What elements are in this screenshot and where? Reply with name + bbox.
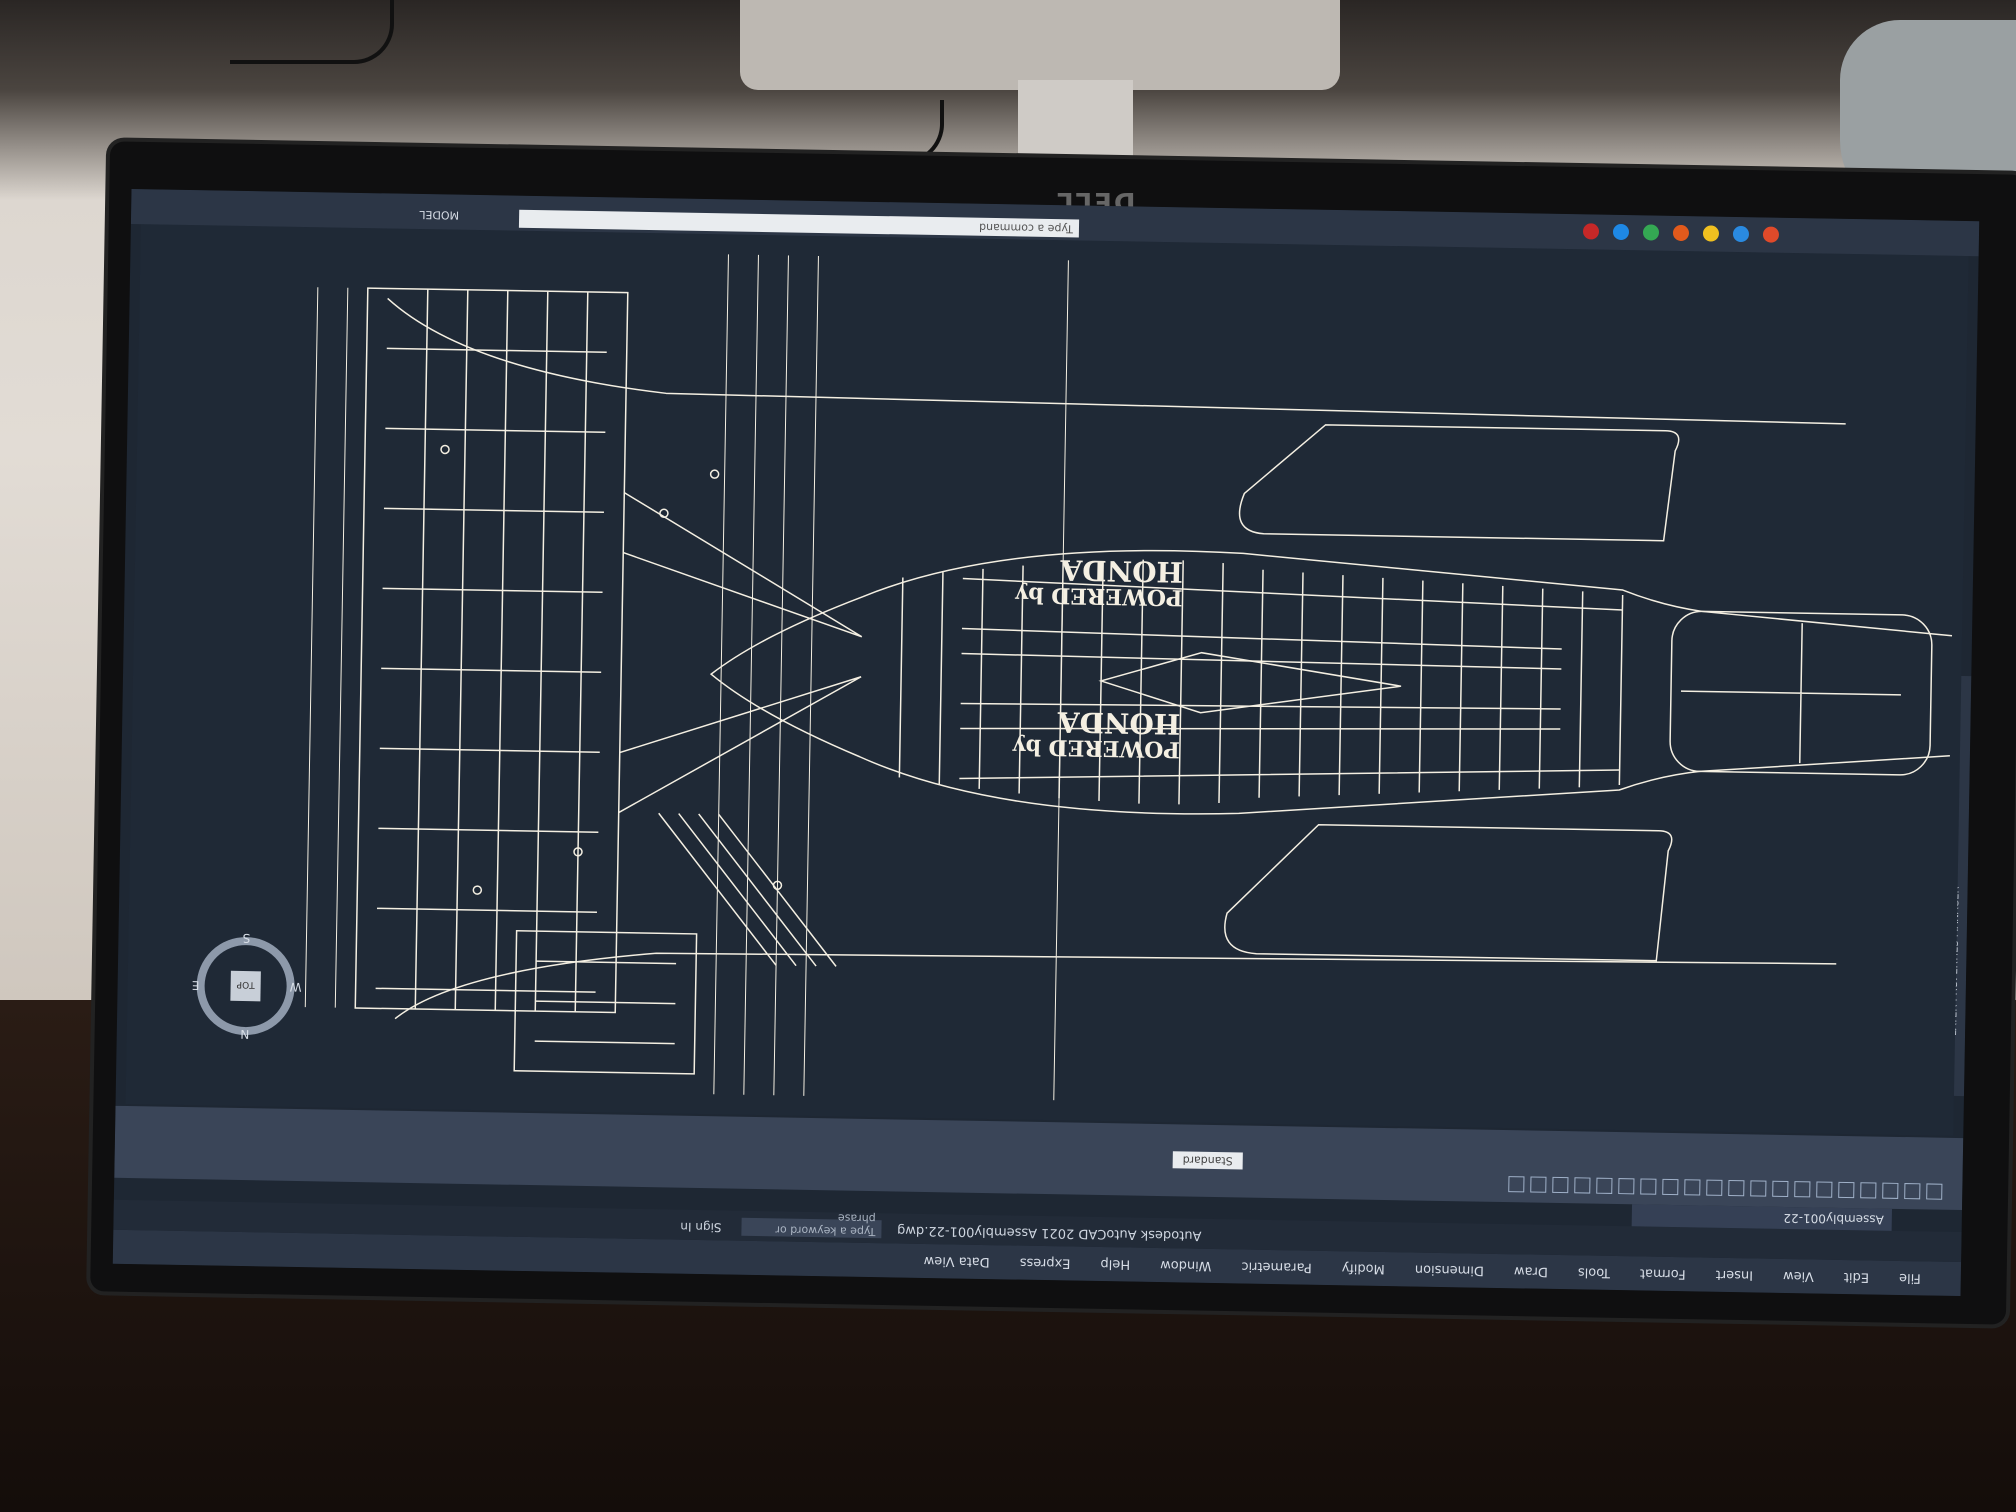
fillet-tool-icon[interactable] (1596, 1177, 1613, 1194)
menu-insert[interactable]: Insert (1716, 1267, 1754, 1283)
menu-view[interactable]: View (1783, 1268, 1814, 1284)
taskbar-app-icon[interactable] (1642, 224, 1660, 241)
compass-south: S (243, 931, 251, 945)
taskbar-app-icon[interactable] (1582, 223, 1600, 240)
mirror-tool-icon[interactable] (1684, 1179, 1701, 1196)
array-tool-icon[interactable] (1552, 1176, 1569, 1194)
tab-document[interactable]: Assembly001-22 (1631, 1204, 1892, 1231)
move-tool-icon[interactable] (1750, 1180, 1767, 1197)
hatch-tool-icon[interactable] (1816, 1181, 1833, 1198)
menu-express[interactable]: Express (1020, 1255, 1071, 1271)
window-title: Autodesk AutoCAD 2021 Assembly001-22.dwg (896, 1222, 1202, 1243)
viewcube-label: TOP (236, 979, 256, 989)
model-space-button[interactable]: MODEL (419, 208, 459, 222)
sidepod-outline (1238, 424, 1680, 542)
monitor-stand-arm (740, 0, 1340, 90)
taskbar-app-icon[interactable] (1732, 225, 1750, 243)
text-tool-icon[interactable] (1794, 1181, 1811, 1198)
taskbar-app-icon[interactable] (1612, 223, 1630, 241)
layer-tool-icon[interactable] (1530, 1176, 1547, 1193)
copy-tool-icon[interactable] (1728, 1179, 1745, 1197)
viewcube[interactable]: TOP N S E W (185, 925, 307, 1047)
drawing-canvas[interactable]: POWERED by HONDA POWERED by HONDA TOP N … (125, 224, 1969, 1136)
standard-style-label[interactable]: Standard (1172, 1151, 1243, 1170)
sponsor-label: HONDA (1056, 705, 1180, 740)
menu-file[interactable]: File (1899, 1270, 1921, 1285)
polyline-tool-icon[interactable] (1904, 1183, 1921, 1200)
taskbar-app-icon[interactable] (1672, 224, 1690, 242)
compass-west: W (289, 980, 301, 994)
monitor-screen: File Edit View Insert Format Tools Draw … (112, 188, 1980, 1297)
offset-tool-icon[interactable] (1574, 1177, 1591, 1194)
help-search-input[interactable]: Type a keyword or phrase (741, 1211, 882, 1239)
line-tool-icon[interactable] (1926, 1183, 1943, 1200)
rectangle-tool-icon[interactable] (1838, 1181, 1855, 1199)
front-wing-outline (354, 287, 629, 1014)
chassis-outline (709, 549, 1953, 815)
menu-edit[interactable]: Edit (1844, 1270, 1869, 1285)
trim-tool-icon[interactable] (1640, 1178, 1657, 1195)
menu-data-view[interactable]: Data View (924, 1253, 990, 1269)
sidepod-outline (1224, 824, 1673, 962)
autocad-window: File Edit View Insert Format Tools Draw … (112, 188, 1980, 1297)
menu-format[interactable]: Format (1640, 1266, 1686, 1282)
sign-in-button[interactable]: Sign In (680, 1220, 721, 1235)
circle-tool-icon[interactable] (1882, 1182, 1899, 1199)
menu-dimension[interactable]: Dimension (1415, 1262, 1484, 1278)
rotate-tool-icon[interactable] (1706, 1179, 1723, 1196)
block-tool-icon[interactable] (1508, 1176, 1525, 1193)
toolbar-icons (1382, 1150, 1943, 1200)
dimension-tool-icon[interactable] (1772, 1180, 1789, 1198)
menu-window[interactable]: Window (1160, 1258, 1212, 1274)
extend-tool-icon[interactable] (1618, 1178, 1635, 1195)
compass-east: E (192, 978, 200, 992)
menu-help[interactable]: Help (1100, 1257, 1130, 1273)
drawing-svg: POWERED by HONDA POWERED by HONDA (304, 254, 1953, 1101)
compass-north: N (240, 1027, 249, 1041)
menu-modify[interactable]: Modify (1342, 1261, 1385, 1277)
scale-tool-icon[interactable] (1662, 1178, 1679, 1196)
menu-tools[interactable]: Tools (1578, 1265, 1610, 1281)
sponsor-label: HONDA (1059, 553, 1183, 588)
taskbar-app-icon[interactable] (1762, 226, 1780, 243)
menu-draw[interactable]: Draw (1514, 1264, 1548, 1280)
cable (230, 0, 394, 64)
arc-tool-icon[interactable] (1860, 1182, 1877, 1199)
menu-parametric[interactable]: Parametric (1241, 1259, 1312, 1275)
taskbar-app-icon[interactable] (1702, 225, 1720, 242)
